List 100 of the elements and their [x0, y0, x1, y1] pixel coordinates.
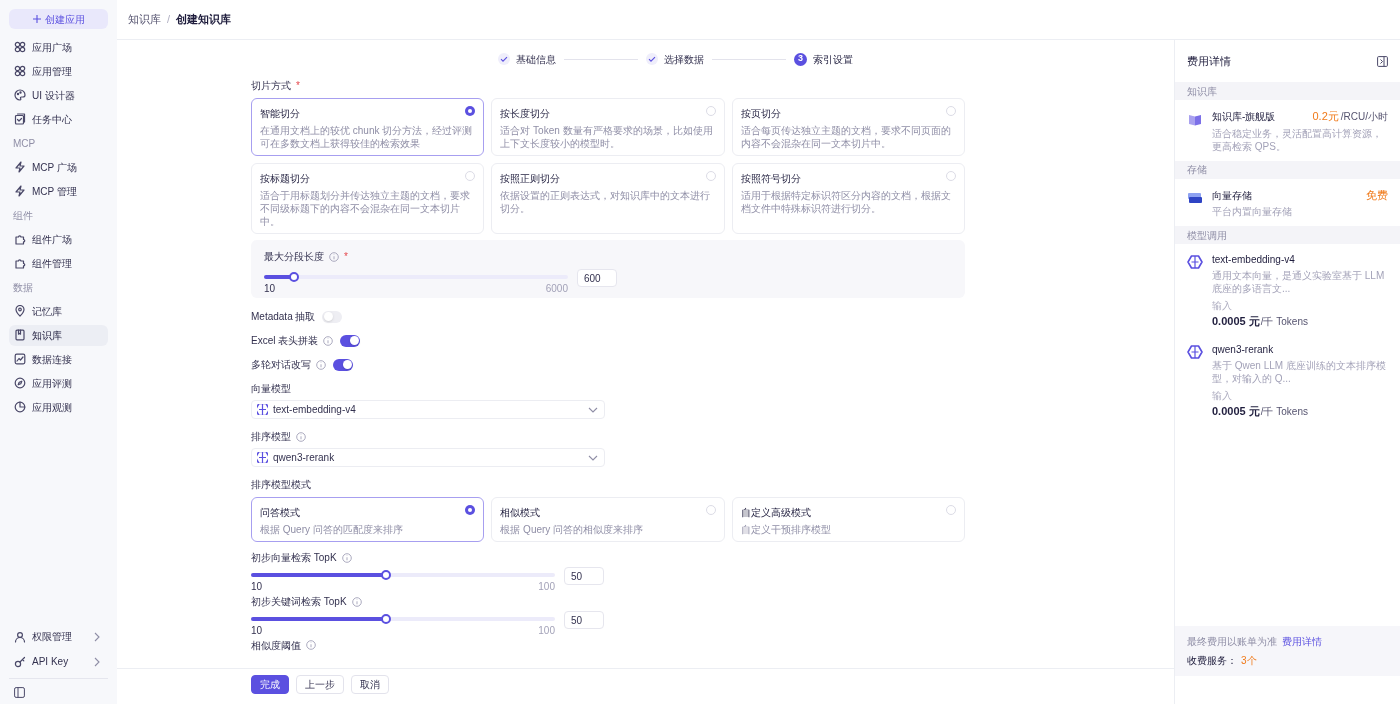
radio-button[interactable] — [946, 171, 956, 181]
nav-item[interactable]: 组件广场 — [9, 228, 108, 250]
create-app-button[interactable]: 创建应用 — [9, 9, 108, 29]
radio-button[interactable] — [465, 106, 476, 116]
step-label: 基础信息 — [516, 52, 556, 67]
model-select[interactable]: qwen3-rerank — [251, 448, 605, 467]
field-label: 初步向量检索 TopK — [251, 551, 337, 565]
nav-item[interactable]: MCP 广场 — [9, 156, 108, 178]
number-input[interactable]: 50 — [564, 567, 604, 585]
toggle-switch[interactable] — [322, 310, 343, 323]
nav-item[interactable]: 组件管理 — [9, 252, 108, 274]
palette-icon — [14, 89, 26, 101]
slider-handle[interactable] — [380, 570, 391, 580]
required-mark: * — [344, 250, 348, 264]
cost-details-link[interactable]: 费用详情 — [1282, 634, 1322, 649]
slider-handle[interactable] — [289, 272, 300, 282]
price-unit: /千 Tokens — [1260, 404, 1308, 419]
nav-item[interactable]: 数据连接 — [9, 348, 108, 370]
model-logo-icon — [257, 404, 268, 415]
option-title: 按标题切分 — [260, 172, 310, 186]
option-card[interactable]: 相似模式 根据 Query 问答的相似度来排序 — [491, 497, 725, 542]
option-card[interactable]: 按照正则切分 依据设置的正则表达式，对知识库中的文本进行切分。 — [491, 163, 725, 234]
radio-button[interactable] — [465, 505, 476, 515]
info-icon — [341, 552, 352, 563]
field-label: 收费服务： — [1187, 654, 1237, 668]
option-description: 依据设置的正则表达式，对知识库中的文本进行切分。 — [500, 189, 712, 215]
radio-button[interactable] — [705, 171, 716, 181]
nav-item[interactable]: 任务中心 — [9, 108, 108, 130]
sidebar-toggle-icon — [14, 687, 25, 698]
option-card[interactable]: 问答模式 根据 Query 问答的匹配度来排序 — [251, 497, 485, 542]
slider-max-label: 100 — [538, 581, 555, 593]
nav-item[interactable]: 应用观测 — [9, 396, 108, 418]
service-description: 通用文本向量，是通义实验室基于 LLM 底座的多语言文... — [1212, 269, 1386, 295]
radio-button[interactable] — [705, 505, 716, 515]
info-icon — [351, 596, 362, 607]
option-title: 相似模式 — [500, 506, 541, 520]
nav-item[interactable]: 知识库 — [9, 324, 108, 346]
location-pin-icon — [14, 305, 26, 317]
service-name: text-embedding-v4 — [1212, 253, 1295, 267]
service-name: 知识库-旗舰版 — [1212, 110, 1276, 124]
service-description: 平台内置向量存储 — [1212, 205, 1293, 218]
line-chart-icon — [14, 353, 26, 365]
book-icon — [14, 329, 26, 341]
service-description: 适合稳定业务，灵活配置高计算资源，更高检索 QPS。 — [1212, 126, 1383, 153]
option-card[interactable]: 按页切分 适合每页传达独立主题的文档，要求不同页面的内容不会混杂在同一文本切片中。 — [731, 98, 965, 156]
check-icon — [646, 53, 658, 65]
option-card[interactable]: 按照符号切分 适用于根据特定标识符区分内容的文档，根据文档文件中特殊标识符进行切分。 — [731, 163, 965, 234]
slider-min-label: 10 — [251, 581, 263, 593]
radio-button[interactable] — [465, 171, 476, 181]
price-unit: /RCU/小时 — [1340, 110, 1388, 124]
nav-item[interactable]: UI 设计器 — [9, 84, 108, 106]
option-title: 按照正则切分 — [500, 172, 561, 186]
number-input[interactable]: 600 — [577, 269, 617, 287]
field-label: 相似度阈值 — [251, 638, 301, 653]
puzzle-icon — [14, 233, 26, 245]
info-icon — [306, 640, 316, 650]
option-title: 智能切分 — [260, 107, 300, 121]
option-card[interactable]: 按长度切分 适合对 Token 数量有严格要求的场景，比如使用上下文长度较小的模型时。 — [491, 98, 725, 156]
finish-button[interactable]: 完成 — [251, 675, 289, 694]
nav-item[interactable]: 记忆库 — [9, 300, 108, 322]
radio-button[interactable] — [946, 505, 956, 515]
check-icon — [498, 53, 510, 65]
option-description: 在通用文档上的较优 chunk 切分方法，经过评测可在多数文档上获得较佳的检索效果 — [260, 124, 474, 150]
step-number: 3 — [794, 52, 807, 66]
nav-item[interactable]: 应用广场 — [9, 36, 108, 58]
slider-handle[interactable] — [380, 614, 391, 624]
toggle-switch[interactable] — [340, 334, 361, 347]
clipboard-icon — [14, 113, 26, 125]
radio-button[interactable] — [705, 106, 716, 116]
secondary-button[interactable]: 上一步 — [296, 675, 344, 694]
info-icon — [329, 251, 339, 262]
option-card[interactable]: 按标题切分 适合于用标题划分并传达独立主题的文档，要求不同级标题下的内容不会混杂在同一文本切片中。 — [251, 163, 485, 234]
panel-title: 费用详情 — [1187, 53, 1231, 69]
nav-item[interactable]: 应用评测 — [9, 372, 108, 394]
radio-button[interactable] — [946, 106, 956, 116]
nav-item[interactable]: MCP 管理 — [9, 180, 108, 202]
nav-item[interactable]: API Key — [9, 650, 108, 673]
option-card[interactable]: 自定义高级模式 自定义干预排序模型 — [731, 497, 965, 542]
number-input[interactable]: 50 — [564, 611, 604, 629]
compass-icon — [14, 377, 26, 389]
slider-max-label: 6000 — [545, 283, 568, 295]
price: 0.2元 — [1312, 109, 1339, 124]
option-title: 按照符号切分 — [740, 172, 801, 186]
model-select[interactable]: text-embedding-v4 — [251, 400, 605, 419]
required-mark: * — [296, 79, 300, 93]
nav-item[interactable]: 权限管理 — [9, 625, 108, 648]
section-label: 存储 — [1175, 160, 1400, 179]
option-description: 适合对 Token 数量有严格要求的场景，比如使用上下文长度较小的模型时。 — [500, 124, 714, 150]
note-text: 最终费用以账单为准 — [1187, 635, 1277, 649]
field-label: 最大分段长度 — [264, 250, 324, 264]
toggle-switch[interactable] — [333, 358, 353, 371]
breadcrumb-link[interactable]: 知识库 — [128, 11, 161, 28]
nav-item[interactable]: 应用管理 — [9, 60, 108, 82]
secondary-button[interactable]: 取消 — [351, 675, 389, 694]
option-title: 按页切分 — [740, 107, 781, 121]
option-description: 适合于用标题划分并传达独立主题的文档，要求不同级标题下的内容不会混杂在同一文本切片中。 — [260, 189, 471, 228]
section-label: MCP — [12, 136, 37, 151]
slider-min-label: 10 — [251, 625, 263, 637]
price-label: 输入 — [1212, 299, 1233, 313]
option-card[interactable]: 智能切分 在通用文档上的较优 chunk 切分方法，经过评测可在多数文档上获得较佳的检索效果 — [251, 98, 485, 156]
